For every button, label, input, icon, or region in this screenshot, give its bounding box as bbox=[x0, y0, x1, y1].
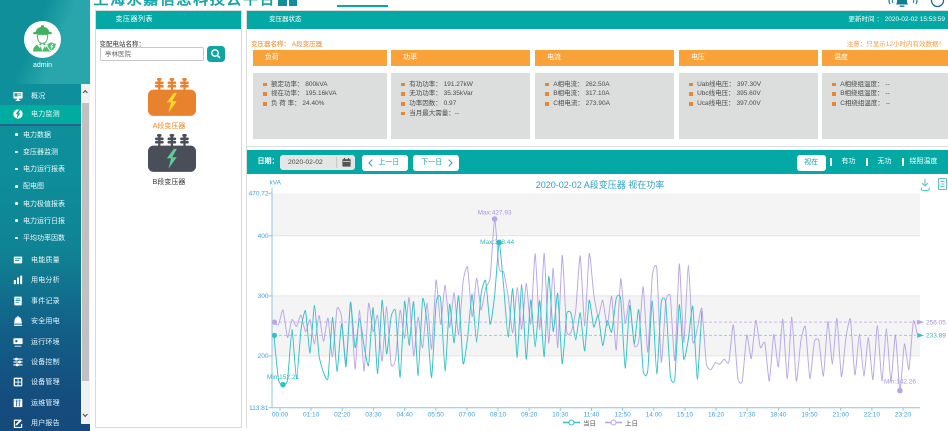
svg-text:04:40: 04:40 bbox=[396, 412, 413, 419]
svg-text:03:30: 03:30 bbox=[365, 412, 382, 419]
svg-text:kVA: kVA bbox=[270, 180, 282, 187]
svg-text:09:20: 09:20 bbox=[521, 412, 538, 419]
svg-text:Max:427.93: Max:427.93 bbox=[478, 210, 512, 217]
svg-text:01:10: 01:10 bbox=[303, 412, 320, 419]
svg-text:300: 300 bbox=[258, 293, 269, 300]
svg-text:上日: 上日 bbox=[625, 418, 638, 427]
svg-text:113.81: 113.81 bbox=[249, 405, 269, 412]
svg-text:19:50: 19:50 bbox=[801, 412, 818, 419]
svg-text:08:10: 08:10 bbox=[490, 412, 507, 419]
svg-text:23:20: 23:20 bbox=[895, 412, 912, 419]
svg-text:470.72: 470.72 bbox=[249, 191, 269, 198]
svg-text:18:40: 18:40 bbox=[770, 412, 787, 419]
svg-text:22:10: 22:10 bbox=[864, 412, 881, 419]
svg-text:14:00: 14:00 bbox=[646, 412, 663, 419]
svg-text:16:20: 16:20 bbox=[708, 412, 725, 419]
svg-text:17:30: 17:30 bbox=[739, 412, 756, 419]
svg-text:21:00: 21:00 bbox=[833, 412, 850, 419]
svg-text:10:30: 10:30 bbox=[552, 412, 569, 419]
svg-text:200: 200 bbox=[258, 353, 269, 360]
svg-text:当日: 当日 bbox=[583, 418, 596, 427]
svg-text:Max:388.44: Max:388.44 bbox=[480, 239, 514, 246]
svg-text:Min:152.21: Min:152.21 bbox=[267, 374, 300, 381]
svg-text:15:10: 15:10 bbox=[677, 412, 694, 419]
svg-text:Min:142.26: Min:142.26 bbox=[884, 379, 917, 386]
svg-text:256.05: 256.05 bbox=[926, 319, 946, 326]
svg-text:2020-02-02 A段变压器 视在功率: 2020-02-02 A段变压器 视在功率 bbox=[536, 179, 665, 190]
svg-text:400: 400 bbox=[258, 233, 269, 240]
svg-text:07:00: 07:00 bbox=[459, 412, 476, 419]
svg-text:11:40: 11:40 bbox=[584, 412, 600, 419]
svg-text:12:50: 12:50 bbox=[614, 412, 631, 419]
svg-text:233.89: 233.89 bbox=[926, 333, 946, 340]
svg-text:02:20: 02:20 bbox=[334, 412, 351, 419]
svg-text:05:50: 05:50 bbox=[428, 412, 445, 419]
svg-text:00:00: 00:00 bbox=[272, 412, 289, 419]
